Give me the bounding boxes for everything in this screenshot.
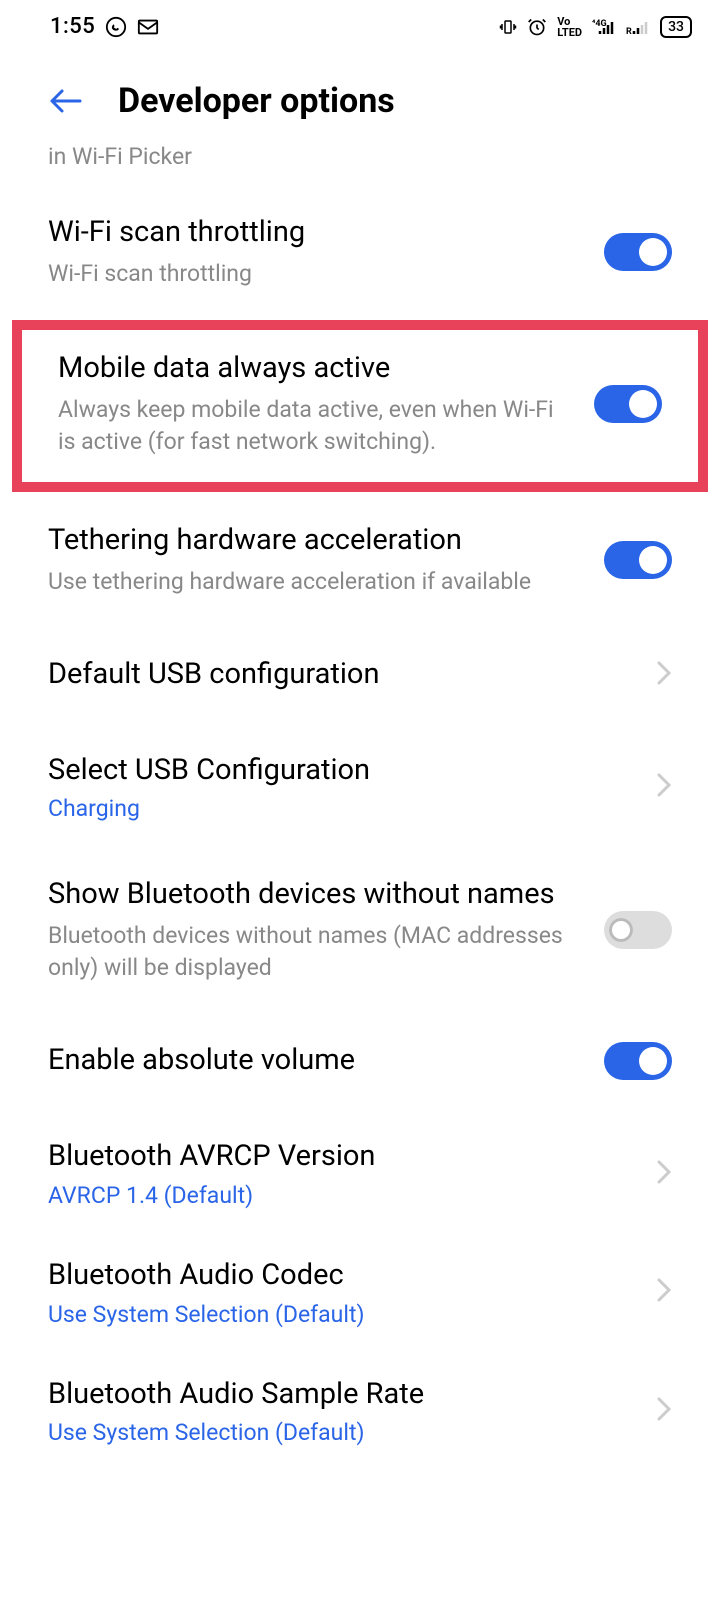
- setting-bt-codec[interactable]: Bluetooth Audio Codec Use System Selecti…: [0, 1233, 720, 1352]
- setting-default-usb[interactable]: Default USB configuration: [0, 622, 720, 728]
- svg-text:R: R: [626, 27, 632, 36]
- setting-title: Default USB configuration: [48, 656, 638, 694]
- signal-4g-icon: ⁴4G: [592, 18, 616, 36]
- chevron-right-icon: [656, 1277, 672, 1307]
- setting-title: Bluetooth AVRCP Version: [48, 1138, 638, 1176]
- clipped-setting-desc: in Wi-Fi Picker: [0, 137, 720, 170]
- setting-title: Select USB Configuration: [48, 752, 638, 790]
- setting-absolute-volume[interactable]: Enable absolute volume: [0, 1008, 720, 1114]
- setting-wifi-throttling[interactable]: Wi-Fi scan throttling Wi-Fi scan throttl…: [0, 170, 720, 314]
- chevron-right-icon: [656, 660, 672, 690]
- setting-title: Mobile data always active: [58, 350, 576, 388]
- status-right: VoLTED ⁴4G R 33: [499, 16, 692, 38]
- gmail-icon: [137, 18, 159, 36]
- back-button[interactable]: [48, 87, 82, 115]
- setting-bt-no-names[interactable]: Show Bluetooth devices without names Blu…: [0, 846, 720, 1008]
- chevron-right-icon: [656, 772, 672, 802]
- status-left: 1:55: [50, 14, 159, 39]
- setting-avrcp-version[interactable]: Bluetooth AVRCP Version AVRCP 1.4 (Defau…: [0, 1114, 720, 1233]
- setting-tethering-accel[interactable]: Tethering hardware acceleration Use teth…: [0, 498, 720, 622]
- vibrate-icon: [499, 18, 517, 36]
- setting-select-usb[interactable]: Select USB Configuration Charging: [0, 728, 720, 847]
- status-bar: 1:55 VoLTED ⁴4G R 33: [0, 0, 720, 47]
- setting-title: Bluetooth Audio Sample Rate: [48, 1376, 638, 1414]
- svg-text:⁴4G: ⁴4G: [592, 19, 607, 29]
- settings-list: in Wi-Fi Picker Wi-Fi scan throttling Wi…: [0, 131, 720, 1470]
- setting-title: Show Bluetooth devices without names: [48, 876, 586, 914]
- setting-title: Bluetooth Audio Codec: [48, 1257, 638, 1295]
- setting-desc: Always keep mobile data active, even whe…: [58, 394, 576, 458]
- toggle-bt-no-names[interactable]: [604, 911, 672, 949]
- volte-icon: VoLTED: [557, 16, 582, 38]
- toggle-mobile-data-active[interactable]: [594, 385, 662, 423]
- setting-mobile-data-active[interactable]: Mobile data always active Always keep mo…: [22, 330, 698, 482]
- setting-desc: Wi-Fi scan throttling: [48, 258, 586, 290]
- chevron-right-icon: [656, 1396, 672, 1426]
- setting-value: Use System Selection (Default): [48, 1419, 638, 1446]
- toggle-tethering-accel[interactable]: [604, 541, 672, 579]
- header: Developer options: [0, 47, 720, 131]
- setting-title: Tethering hardware acceleration: [48, 522, 586, 560]
- setting-title: Enable absolute volume: [48, 1042, 586, 1080]
- setting-title: Wi-Fi scan throttling: [48, 214, 586, 252]
- battery-icon: 33: [660, 16, 692, 38]
- setting-value: Charging: [48, 795, 638, 822]
- toggle-absolute-volume[interactable]: [604, 1042, 672, 1080]
- chevron-right-icon: [656, 1159, 672, 1189]
- setting-value: AVRCP 1.4 (Default): [48, 1182, 638, 1209]
- toggle-wifi-throttling[interactable]: [604, 233, 672, 271]
- setting-desc: Bluetooth devices without names (MAC add…: [48, 920, 586, 984]
- setting-value: Use System Selection (Default): [48, 1301, 638, 1328]
- setting-desc: Use tethering hardware acceleration if a…: [48, 566, 586, 598]
- alarm-icon: [527, 17, 547, 37]
- page-title: Developer options: [118, 81, 395, 121]
- signal-r-icon: R: [626, 18, 650, 36]
- status-time: 1:55: [50, 14, 95, 39]
- setting-bt-sample-rate[interactable]: Bluetooth Audio Sample Rate Use System S…: [0, 1352, 720, 1471]
- whatsapp-icon: [105, 16, 127, 38]
- highlight-annotation: Mobile data always active Always keep mo…: [12, 320, 708, 492]
